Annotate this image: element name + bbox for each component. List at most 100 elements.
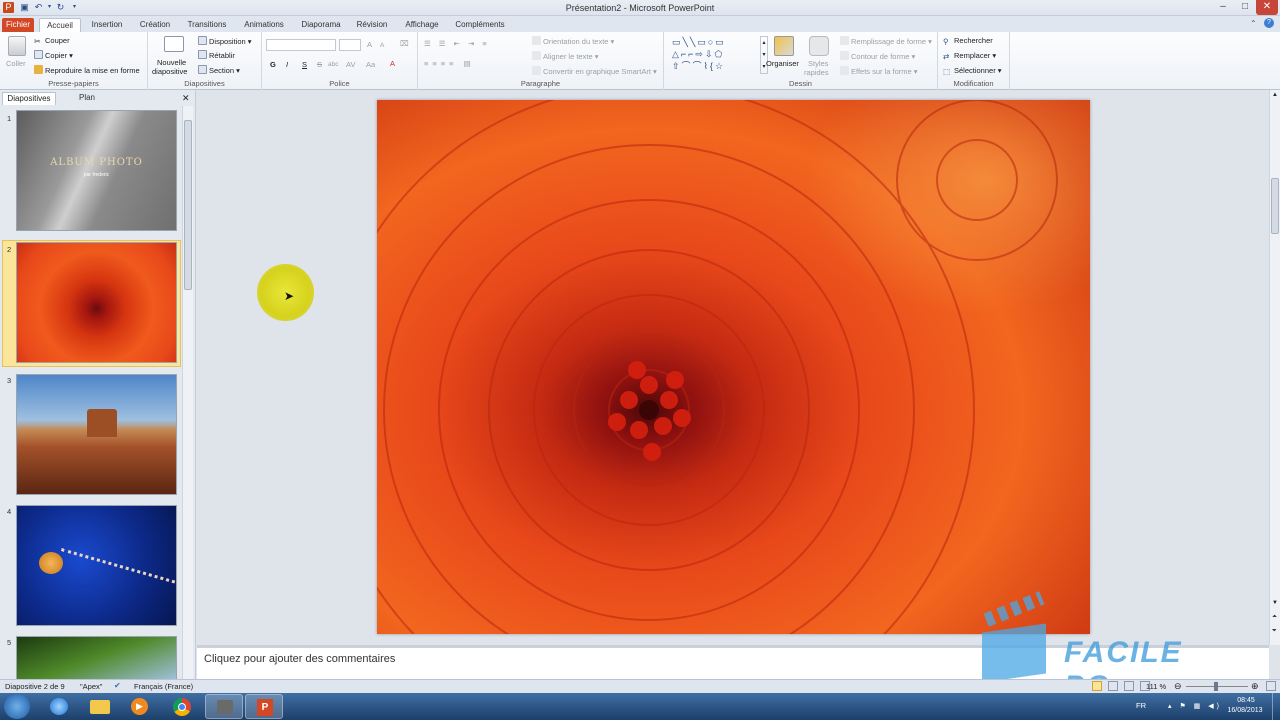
shape-fill-button[interactable]: Remplissage de forme ▾ — [840, 36, 932, 47]
paste-button[interactable]: Coller — [6, 59, 26, 69]
help-icon[interactable]: ? — [1264, 18, 1274, 28]
shapes-gallery[interactable]: ▭╲╲▭○▭ △⌐⌐⇨⇩⬠ ⇧⌒⌒⌇{☆ — [672, 36, 758, 74]
character-spacing-button[interactable]: AV — [346, 60, 355, 70]
shape-fill-icon — [840, 36, 849, 45]
section-button[interactable]: Section ▾ — [198, 65, 240, 76]
previous-slide-icon[interactable]: ⏶ — [1272, 614, 1277, 621]
clear-formatting-icon[interactable]: ⌧ — [400, 39, 409, 49]
spellcheck-icon[interactable]: ✔ — [114, 681, 121, 690]
taskbar-recorder[interactable] — [205, 694, 243, 719]
tab-view[interactable]: Affichage — [400, 18, 444, 32]
shape-effects-button[interactable]: Effets sur la forme ▾ — [840, 66, 918, 77]
tab-outline[interactable]: Plan — [60, 92, 114, 105]
tab-review[interactable]: Révision — [352, 18, 392, 32]
slide-thumbnail-4[interactable] — [16, 505, 177, 626]
tab-insert[interactable]: Insertion — [86, 18, 128, 32]
window-title: Présentation2 - Microsoft PowerPoint — [565, 3, 715, 13]
zoom-slider-thumb[interactable] — [1214, 682, 1218, 691]
copy-label: Copier — [45, 51, 68, 60]
scroll-down-icon[interactable]: ▼ — [1272, 600, 1278, 606]
italic-button[interactable]: I — [286, 60, 288, 70]
shadow-button[interactable]: abc — [328, 60, 338, 70]
taskbar-chrome[interactable] — [163, 694, 201, 719]
zoom-out-icon[interactable]: ⊖ — [1174, 681, 1182, 692]
clock-date[interactable]: 16/08/2013 — [1220, 707, 1270, 714]
list-buttons-icon[interactable]: ☰ ☰ ⇤ ⇥ ≡ — [424, 39, 490, 49]
clock-time[interactable]: 08:45 — [1226, 697, 1266, 704]
editor-scroll-thumb[interactable] — [1271, 178, 1279, 234]
text-direction-button[interactable]: Orientation du texte ▾ — [532, 36, 614, 47]
bold-button[interactable]: G — [270, 60, 276, 70]
font-size-select[interactable] — [339, 39, 361, 51]
folder-icon — [90, 700, 110, 714]
change-case-button[interactable]: Aa — [366, 60, 375, 70]
grow-font-button[interactable]: A — [367, 40, 372, 50]
smartart-button[interactable]: Convertir en graphique SmartArt ▾ — [532, 66, 657, 77]
close-button[interactable]: ✕ — [1256, 0, 1278, 15]
format-painter-button[interactable]: Reproduire la mise en forme — [34, 65, 140, 76]
minimize-button[interactable]: – — [1212, 0, 1234, 15]
zoom-level[interactable]: 111 % — [1146, 682, 1166, 691]
find-button[interactable]: ⚲ Rechercher — [943, 36, 993, 46]
slide-sorter-icon[interactable] — [1108, 681, 1118, 691]
font-group: A A ⌧ G I S S abc AV Aa A Police — [262, 32, 418, 90]
font-name-select[interactable] — [266, 39, 336, 51]
panel-scroll-thumb[interactable] — [184, 120, 192, 290]
arrange-icon[interactable] — [774, 36, 794, 56]
fit-to-window-icon[interactable] — [1266, 681, 1276, 691]
next-slide-icon[interactable]: ⏷ — [1272, 628, 1277, 635]
select-icon: ⬚ — [943, 67, 951, 76]
copy-button[interactable]: Copier ▾ — [34, 50, 73, 61]
system-tray-icons[interactable]: ▴ ⚑ ▦ ◀) — [1168, 702, 1222, 710]
tab-animations[interactable]: Animations — [238, 18, 290, 32]
underline-button[interactable]: S — [302, 60, 307, 70]
editor-scrollbar[interactable]: ▲ ▼ ⏶ ⏷ — [1269, 90, 1280, 645]
show-desktop-button[interactable] — [1272, 693, 1280, 720]
scroll-up-icon[interactable]: ▲ — [1272, 92, 1278, 98]
quick-styles-line2[interactable]: rapides — [804, 68, 829, 78]
align-text-button[interactable]: Aligner le texte ▾ — [532, 51, 598, 62]
tab-slideshow[interactable]: Diaporama — [297, 18, 345, 32]
taskbar-media-player[interactable]: ▶ — [121, 694, 159, 719]
slide-thumbnail-5[interactable] — [16, 636, 177, 679]
tab-addins[interactable]: Compléments — [452, 18, 508, 32]
thumb-title: ALBUM PHOTO — [50, 157, 143, 168]
minimize-ribbon-icon[interactable]: ⌃ — [1250, 19, 1257, 28]
maximize-button[interactable]: □ — [1234, 0, 1256, 15]
reset-button[interactable]: Rétablir — [198, 50, 235, 61]
tab-slides[interactable]: Diapositives — [2, 92, 56, 105]
slide-thumbnail-3[interactable] — [16, 374, 177, 495]
zoom-in-icon[interactable]: ⊕ — [1251, 681, 1259, 692]
slide-canvas[interactable] — [377, 100, 1090, 634]
paste-icon[interactable] — [8, 36, 26, 56]
taskbar-powerpoint[interactable]: P — [245, 694, 283, 719]
tab-file[interactable]: Fichier — [2, 18, 34, 32]
new-slide-icon[interactable] — [164, 36, 184, 52]
tab-home[interactable]: Accueil — [39, 18, 81, 32]
alignment-buttons-icon[interactable]: ≡≡≡≡ ▤ — [424, 59, 475, 69]
taskbar-explorer[interactable] — [81, 694, 119, 719]
tab-design[interactable]: Création — [134, 18, 176, 32]
select-button[interactable]: ⬚ Sélectionner ▾ — [943, 66, 1002, 76]
slide-thumbnail-1[interactable]: ALBUM PHOTO par frederic — [16, 110, 177, 231]
layout-button[interactable]: Disposition ▾ — [198, 36, 252, 47]
shrink-font-button[interactable]: A — [380, 41, 384, 51]
language-bar[interactable]: FR — [1136, 701, 1146, 710]
quick-styles-icon[interactable] — [809, 36, 829, 56]
shape-outline-button[interactable]: Contour de forme ▾ — [840, 51, 915, 62]
start-button[interactable] — [4, 694, 30, 719]
new-slide-button-line2[interactable]: diapositive — [152, 67, 187, 77]
cut-button[interactable]: ✂ Couper — [34, 36, 70, 46]
taskbar-ie[interactable] — [40, 694, 78, 719]
font-color-icon[interactable]: A — [390, 59, 395, 69]
replace-button[interactable]: ⇄ Remplacer ▾ — [943, 51, 996, 61]
language-indicator[interactable]: Français (France) — [134, 682, 193, 691]
panel-scrollbar[interactable] — [182, 106, 193, 679]
reading-view-icon[interactable] — [1124, 681, 1134, 691]
strikethrough-button[interactable]: S — [317, 60, 322, 70]
normal-view-icon[interactable] — [1092, 681, 1102, 691]
arrange-button[interactable]: Organiser — [766, 59, 799, 69]
tab-transitions[interactable]: Transitions — [183, 18, 231, 32]
slide-thumbnail-2[interactable] — [16, 242, 177, 363]
close-panel-icon[interactable]: ✕ — [182, 93, 190, 104]
